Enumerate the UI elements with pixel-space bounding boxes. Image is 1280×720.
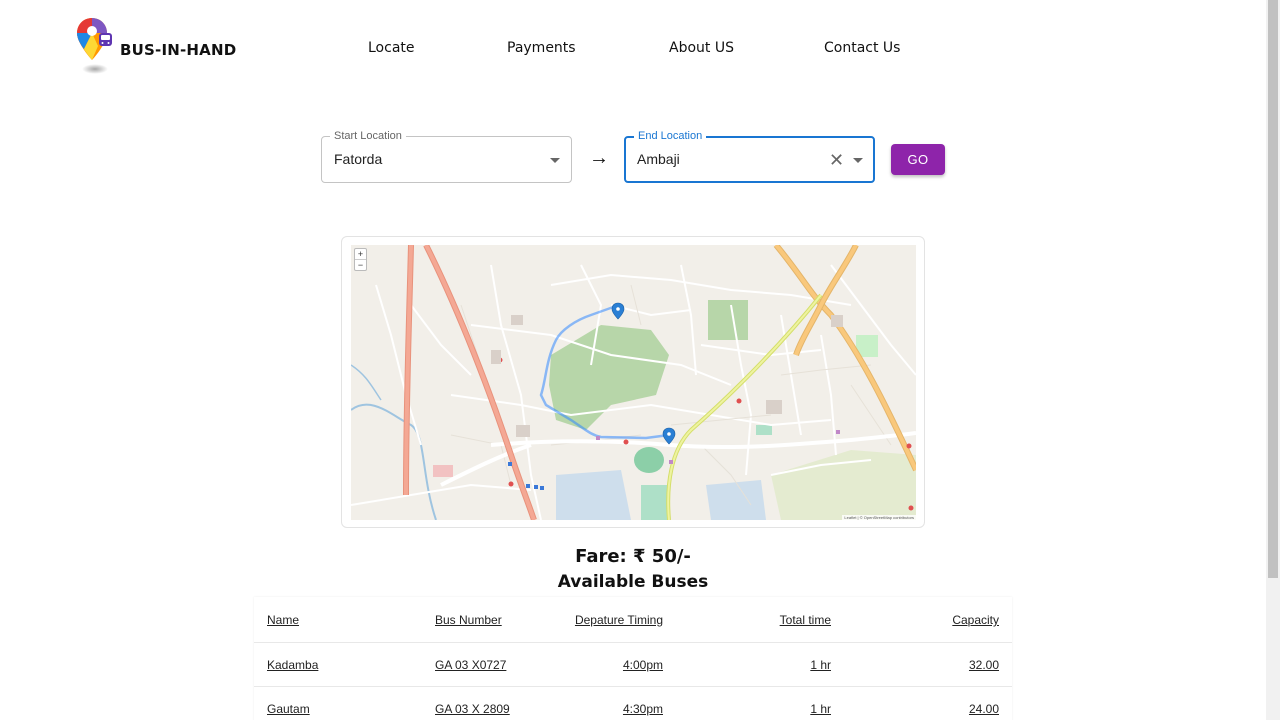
nav-payments[interactable]: Payments bbox=[507, 40, 576, 56]
bus-name[interactable]: Kadamba bbox=[267, 658, 318, 672]
map-attribution[interactable]: Leaflet | © OpenStreetMap contributors bbox=[842, 515, 916, 520]
map-zoom-control: + − bbox=[354, 248, 367, 271]
capacity[interactable]: 24.00 bbox=[969, 702, 999, 716]
map-tiles bbox=[351, 245, 916, 520]
dropdown-caret-icon[interactable] bbox=[853, 158, 863, 163]
start-location-value: Fatorda bbox=[334, 151, 383, 167]
nav-contact-us[interactable]: Contact Us bbox=[824, 40, 900, 56]
go-button[interactable]: GO bbox=[891, 144, 945, 175]
column-header-total-time[interactable]: Total time bbox=[780, 613, 831, 627]
buses-table: Name Bus Number Depature Timing Total ti… bbox=[254, 597, 1012, 720]
nav-locate[interactable]: Locate bbox=[368, 40, 415, 56]
end-location-label: End Location bbox=[634, 129, 707, 143]
column-header-departure-timing[interactable]: Depature Timing bbox=[575, 613, 663, 627]
available-buses-heading: Available Buses bbox=[557, 572, 709, 592]
page-scrollbar[interactable] bbox=[1266, 0, 1280, 720]
fare-text: Fare: ₹ 50/- bbox=[575, 546, 691, 567]
clear-icon[interactable]: ✕ bbox=[829, 151, 844, 169]
nav-about-us[interactable]: About US bbox=[669, 40, 734, 56]
bus-number[interactable]: GA 03 X0727 bbox=[435, 658, 506, 672]
end-location-value: Ambaji bbox=[637, 151, 680, 167]
zoom-in-button[interactable]: + bbox=[355, 249, 366, 260]
start-location-select[interactable]: Start Location Fatorda bbox=[321, 129, 572, 183]
route-map[interactable]: + − Leaflet | © OpenStreetMap contributo… bbox=[351, 245, 916, 520]
zoom-out-button[interactable]: − bbox=[355, 260, 366, 271]
departure-timing[interactable]: 4:00pm bbox=[623, 658, 663, 672]
bus-number[interactable]: GA 03 X 2809 bbox=[435, 702, 510, 716]
end-location-select[interactable]: End Location Ambaji ✕ bbox=[624, 129, 875, 183]
column-header-name[interactable]: Name bbox=[267, 613, 299, 627]
column-header-bus-number[interactable]: Bus Number bbox=[435, 613, 502, 627]
scrollbar-thumb[interactable] bbox=[1268, 0, 1278, 578]
total-time[interactable]: 1 hr bbox=[810, 702, 831, 716]
page: BUS-IN-HAND Locate Payments About US Con… bbox=[0, 0, 1280, 720]
table-row[interactable]: Gautam GA 03 X 2809 4:30pm 1 hr 24.00 bbox=[254, 687, 1012, 720]
capacity[interactable]: 32.00 bbox=[969, 658, 999, 672]
right-arrow-icon: → bbox=[589, 147, 609, 169]
dropdown-caret-icon[interactable] bbox=[550, 158, 560, 163]
table-row[interactable]: Kadamba GA 03 X0727 4:00pm 1 hr 32.00 bbox=[254, 643, 1012, 687]
bus-name[interactable]: Gautam bbox=[267, 702, 310, 716]
total-time[interactable]: 1 hr bbox=[810, 658, 831, 672]
departure-timing[interactable]: 4:30pm bbox=[623, 702, 663, 716]
map-card: + − Leaflet | © OpenStreetMap contributo… bbox=[341, 236, 925, 528]
main-nav: Locate Payments About US Contact Us bbox=[0, 40, 1280, 60]
column-header-capacity[interactable]: Capacity bbox=[952, 613, 999, 627]
table-header-row: Name Bus Number Depature Timing Total ti… bbox=[254, 597, 1012, 643]
start-location-label: Start Location bbox=[330, 129, 406, 143]
